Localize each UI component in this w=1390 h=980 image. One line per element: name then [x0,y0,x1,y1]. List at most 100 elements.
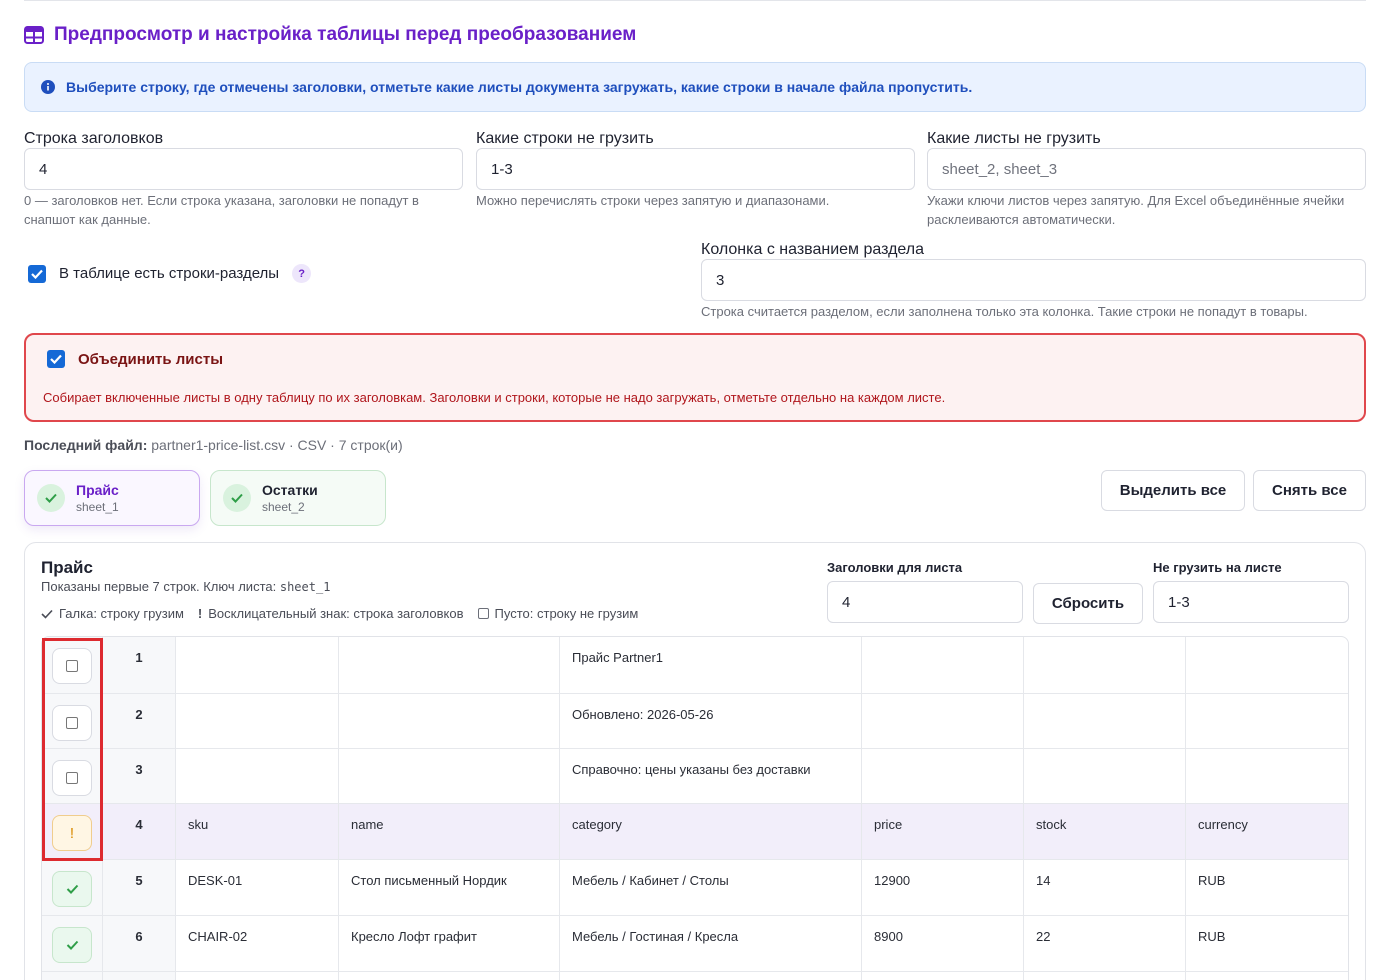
top-divider [24,0,1366,1]
table-cell [862,972,1024,980]
table-cell: category [560,804,862,859]
sheet-tab-name: Прайс [76,482,119,498]
skip-rows-input[interactable]: 1-3 [476,148,915,190]
table-row: 2 Обновлено: 2026-05-26 [42,694,1348,749]
header-row-hint: 0 — заголовков нет. Если строка указана,… [24,193,419,227]
sheet-header-input[interactable]: 4 [827,581,1023,623]
table-cell [862,637,1024,693]
row-load-toggle[interactable] [52,927,92,963]
sheet-card-subtitle-text: Показаны первые 7 строк. Ключ листа: [41,579,277,594]
last-file-label: Последний файл: [24,437,148,453]
check-circle-icon [223,484,251,512]
sheet-header-label: Заголовки для листа [827,560,963,575]
section-column-label: Колонка с названием раздела [701,241,925,258]
table-cell: Мебель / Гостиная / Кресла [560,916,862,971]
legend-empty: Пусто: строку не грузим [494,606,639,621]
table-cell: 22 [1024,916,1186,971]
header-row-label: Строка заголовков [24,130,164,147]
info-icon [41,80,55,94]
merge-checkbox[interactable] [47,350,65,368]
table-icon [24,26,44,44]
help-icon[interactable]: ? [292,264,312,283]
table-cell [1186,694,1348,748]
table-row: 6 CHAIR-02 Кресло Лофт графит Мебель / Гост… [42,916,1348,972]
sheet-skip-input[interactable]: 1-3 [1153,581,1349,623]
row-state-cell [42,972,103,980]
table-cell [1024,972,1186,980]
table-cell: CHAIR-02 [176,916,339,971]
row-number: 3 [103,749,176,803]
row-number: 1 [103,637,176,693]
sheet-card-subtitle: Показаны первые 7 строк. Ключ листа: she… [41,579,330,594]
table-cell: DESK-01 [176,860,339,915]
table-cell: currency [1186,804,1348,859]
sections-label: В таблице есть строки-разделы [59,265,280,282]
check-icon [41,609,53,619]
table-cell [560,972,862,980]
sheet-card-title: Прайс [41,558,93,577]
legend-excl: Восклицательный знак: строка заголовков [208,606,464,621]
table-cell [339,694,560,748]
table-cell: Обновлено: 2026-05-26 [560,694,862,748]
row-state-cell [42,916,103,971]
info-banner: Выберите строку, где отмечены заголовки,… [24,62,1366,112]
table-row: 1 Прайс Partner1 [42,637,1348,694]
sheet-tab-stock[interactable]: Остатки sheet_2 [210,470,386,526]
row-number: 4 [103,804,176,859]
sections-toggle[interactable]: В таблице есть строки-разделы ? [28,264,312,283]
sheet-tab-key: sheet_2 [262,500,305,514]
table-cell [339,749,560,803]
merge-title[interactable]: Объединить листы [78,351,223,368]
legend-check: Галка: строку грузим [59,606,184,621]
row-number: 5 [103,860,176,915]
table-cell: 14 [1024,860,1186,915]
table-cell [339,972,560,980]
table-cell [176,749,339,803]
sheet-key-code: sheet_1 [279,580,331,594]
clear-all-button[interactable]: Снять все [1253,470,1366,511]
select-all-button[interactable]: Выделить все [1101,470,1245,511]
skip-sheets-label: Какие листы не грузить [927,130,1101,147]
row-state-cell [42,860,103,915]
table-cell: RUB [1186,860,1348,915]
section-column-input[interactable]: 3 [701,259,1366,301]
table-cell: Справочно: цены указаны без доставки [560,749,862,803]
merge-sheets-panel: Объединить листы Собирает включенные лис… [24,333,1366,422]
table-cell [176,694,339,748]
checkmark-icon [31,269,43,279]
table-cell: 8900 [862,916,1024,971]
table-row: 7 [42,972,1348,980]
last-file-info: Последний файл: partner1-price-list.csv … [24,437,403,453]
check-circle-icon [37,484,65,512]
check-icon [66,940,78,950]
table-cell: Мебель / Кабинет / Столы [560,860,862,915]
table-cell: Прайс Partner1 [560,637,862,693]
preview-table: 1 Прайс Partner1 2 Обновлено: 2026-05-26 3 Сп… [41,636,1349,980]
table-cell [176,972,339,980]
table-cell [1186,637,1348,693]
table-cell [862,694,1024,748]
row-state-legend: Галка: строку грузим ! Восклицательный з… [41,606,652,621]
page-title-text: Предпросмотр и настройка таблицы перед п… [54,24,637,45]
row-number: 6 [103,916,176,971]
sheet-tab-key: sheet_1 [76,500,119,514]
table-cell [862,749,1024,803]
table-cell: stock [1024,804,1186,859]
skip-sheets-input[interactable]: sheet_2, sheet_3 [927,148,1366,190]
sheet-skip-label: Не грузить на листе [1153,560,1282,575]
reset-button[interactable]: Сбросить [1033,583,1143,624]
row-load-toggle[interactable] [52,871,92,907]
table-cell: Кресло Лофт графит [339,916,560,971]
table-cell [176,637,339,693]
checkmark-icon [50,354,62,364]
header-row-input[interactable]: 4 [24,148,463,190]
check-icon [66,884,78,894]
table-cell: RUB [1186,916,1348,971]
table-row: 5 DESK-01 Стол письменный Нордик Мебель / К… [42,860,1348,916]
row-number: 7 [103,972,176,980]
row-number: 2 [103,694,176,748]
table-cell [1186,749,1348,803]
sections-checkbox[interactable] [28,264,46,283]
sheet-tab-price[interactable]: Прайс sheet_1 [24,470,200,526]
table-cell [339,637,560,693]
